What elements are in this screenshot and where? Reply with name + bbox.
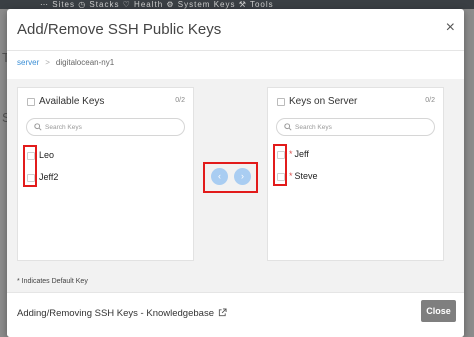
breadcrumb-separator: > (45, 58, 50, 67)
modal-header: Add/Remove SSH Public Keys × (7, 9, 464, 51)
key-label: * Jeff (289, 149, 309, 159)
modal-body: Available Keys 0/2 Leo Jeff2 ‹ (7, 79, 464, 292)
key-name: Jeff (294, 149, 309, 159)
modal-title: Add/Remove SSH Public Keys (17, 21, 222, 38)
search-icon (34, 123, 42, 131)
available-keys-panel: Available Keys 0/2 Leo Jeff2 (17, 87, 194, 261)
key-label: * Steve (289, 171, 318, 181)
modal-footer: Adding/Removing SSH Keys - Knowledgebase… (7, 292, 464, 337)
server-key-item[interactable]: * Jeff (268, 146, 443, 164)
default-key-marker: * (289, 171, 293, 181)
available-keys-title: Available Keys (39, 96, 105, 107)
panel-header: Available Keys 0/2 (18, 88, 193, 114)
server-keys-count: 0/2 (425, 97, 435, 104)
server-key-item[interactable]: * Steve (268, 168, 443, 186)
knowledgebase-link-label: Adding/Removing SSH Keys - Knowledgebase (17, 308, 214, 319)
available-keys-count: 0/2 (175, 97, 185, 104)
available-search-input[interactable] (45, 122, 180, 133)
server-search-box[interactable] (276, 118, 435, 136)
close-button[interactable]: Close (421, 300, 456, 322)
key-name: Steve (294, 171, 318, 181)
key-label: Leo (39, 150, 55, 160)
ssh-keys-modal: Add/Remove SSH Public Keys × server > digi… (7, 9, 464, 337)
external-link-icon (218, 308, 227, 317)
breadcrumb: server > digitalocean-ny1 (17, 58, 114, 67)
default-key-note: * Indicates Default Key (17, 278, 88, 285)
available-key-item[interactable]: Leo (18, 147, 193, 165)
select-all-available-checkbox[interactable] (27, 98, 35, 106)
knowledgebase-link[interactable]: Adding/Removing SSH Keys - Knowledgebase (17, 308, 227, 319)
key-label: Jeff2 (39, 172, 59, 182)
breadcrumb-server-link[interactable]: server (17, 58, 39, 67)
available-search-box[interactable] (26, 118, 185, 136)
move-left-button[interactable]: ‹ (211, 168, 228, 185)
select-all-server-checkbox[interactable] (277, 98, 285, 106)
highlight-box (273, 144, 287, 186)
server-keys-panel: Keys on Server 0/2 *Jeff *Steve (267, 87, 444, 261)
default-key-marker: * (289, 149, 293, 159)
available-key-item[interactable]: Jeff2 (18, 169, 193, 187)
background-nav: ⋯ Sites ◷ Stacks ♡ Health ⚙ System Keys … (40, 0, 274, 9)
search-icon (284, 123, 292, 131)
panel-header: Keys on Server 0/2 (268, 88, 443, 114)
server-search-input[interactable] (295, 122, 430, 133)
background-topbar: ⋯ Sites ◷ Stacks ♡ Health ⚙ System Keys … (0, 0, 474, 9)
close-icon[interactable]: × (446, 20, 455, 36)
highlight-box (23, 145, 37, 187)
breadcrumb-current: digitalocean-ny1 (55, 58, 115, 67)
server-keys-title: Keys on Server (289, 96, 358, 107)
move-right-button[interactable]: › (234, 168, 251, 185)
